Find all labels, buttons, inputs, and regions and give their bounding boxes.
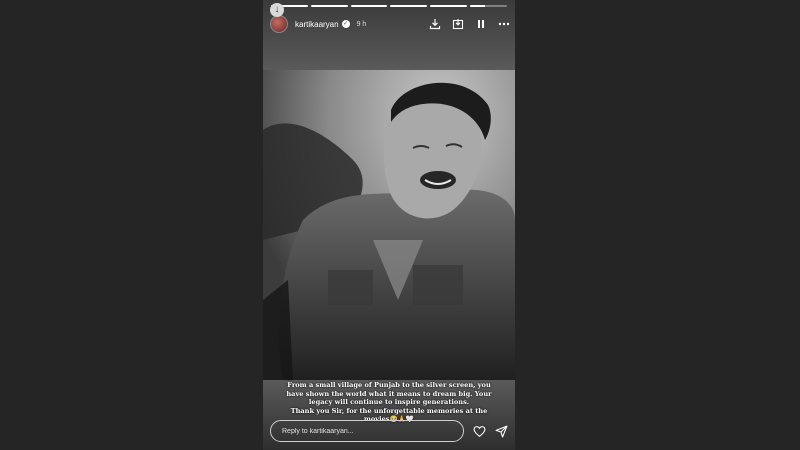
reply-input[interactable] <box>270 420 464 442</box>
progress-fill <box>310 5 348 7</box>
progress-fill <box>430 5 468 7</box>
story-viewer: ↓ kartikaaryan ✓ 9 h From a small villag… <box>0 0 800 450</box>
progress-segment <box>390 5 428 7</box>
caption-line: have shown the world what it means to dr… <box>286 389 492 398</box>
send-icon[interactable] <box>494 424 508 438</box>
story-header: kartikaaryan ✓ 9 h <box>270 14 510 34</box>
progress-fill <box>390 5 428 7</box>
heart-icon[interactable] <box>472 424 486 438</box>
more-icon[interactable] <box>497 18 510 31</box>
download-icon[interactable] <box>428 18 441 31</box>
progress-segment <box>350 5 388 7</box>
caption-line: From a small village of Punjab to the si… <box>287 381 491 389</box>
progress-segment <box>430 5 468 7</box>
progress-segment <box>470 5 507 7</box>
header-actions <box>428 18 510 31</box>
download-icon[interactable]: ↓ <box>270 3 284 17</box>
timestamp: 9 h <box>356 20 367 28</box>
story-card: kartikaaryan ✓ 9 h From a small village … <box>263 0 515 450</box>
progress-segment <box>310 5 348 7</box>
story-photo <box>263 70 515 380</box>
caption-line: legacy will continue to inspire generati… <box>308 398 470 407</box>
username[interactable]: kartikaaryan <box>295 20 339 29</box>
story-caption: From a small village of Punjab to the si… <box>271 381 507 424</box>
story-progress <box>271 5 507 8</box>
reply-bar <box>270 420 510 442</box>
story-top-background <box>263 0 515 70</box>
save-icon[interactable] <box>451 18 464 31</box>
verified-icon: ✓ <box>341 20 350 28</box>
pause-icon[interactable] <box>474 18 487 31</box>
progress-fill <box>350 5 388 7</box>
progress-fill <box>470 5 485 7</box>
avatar[interactable] <box>270 15 288 33</box>
